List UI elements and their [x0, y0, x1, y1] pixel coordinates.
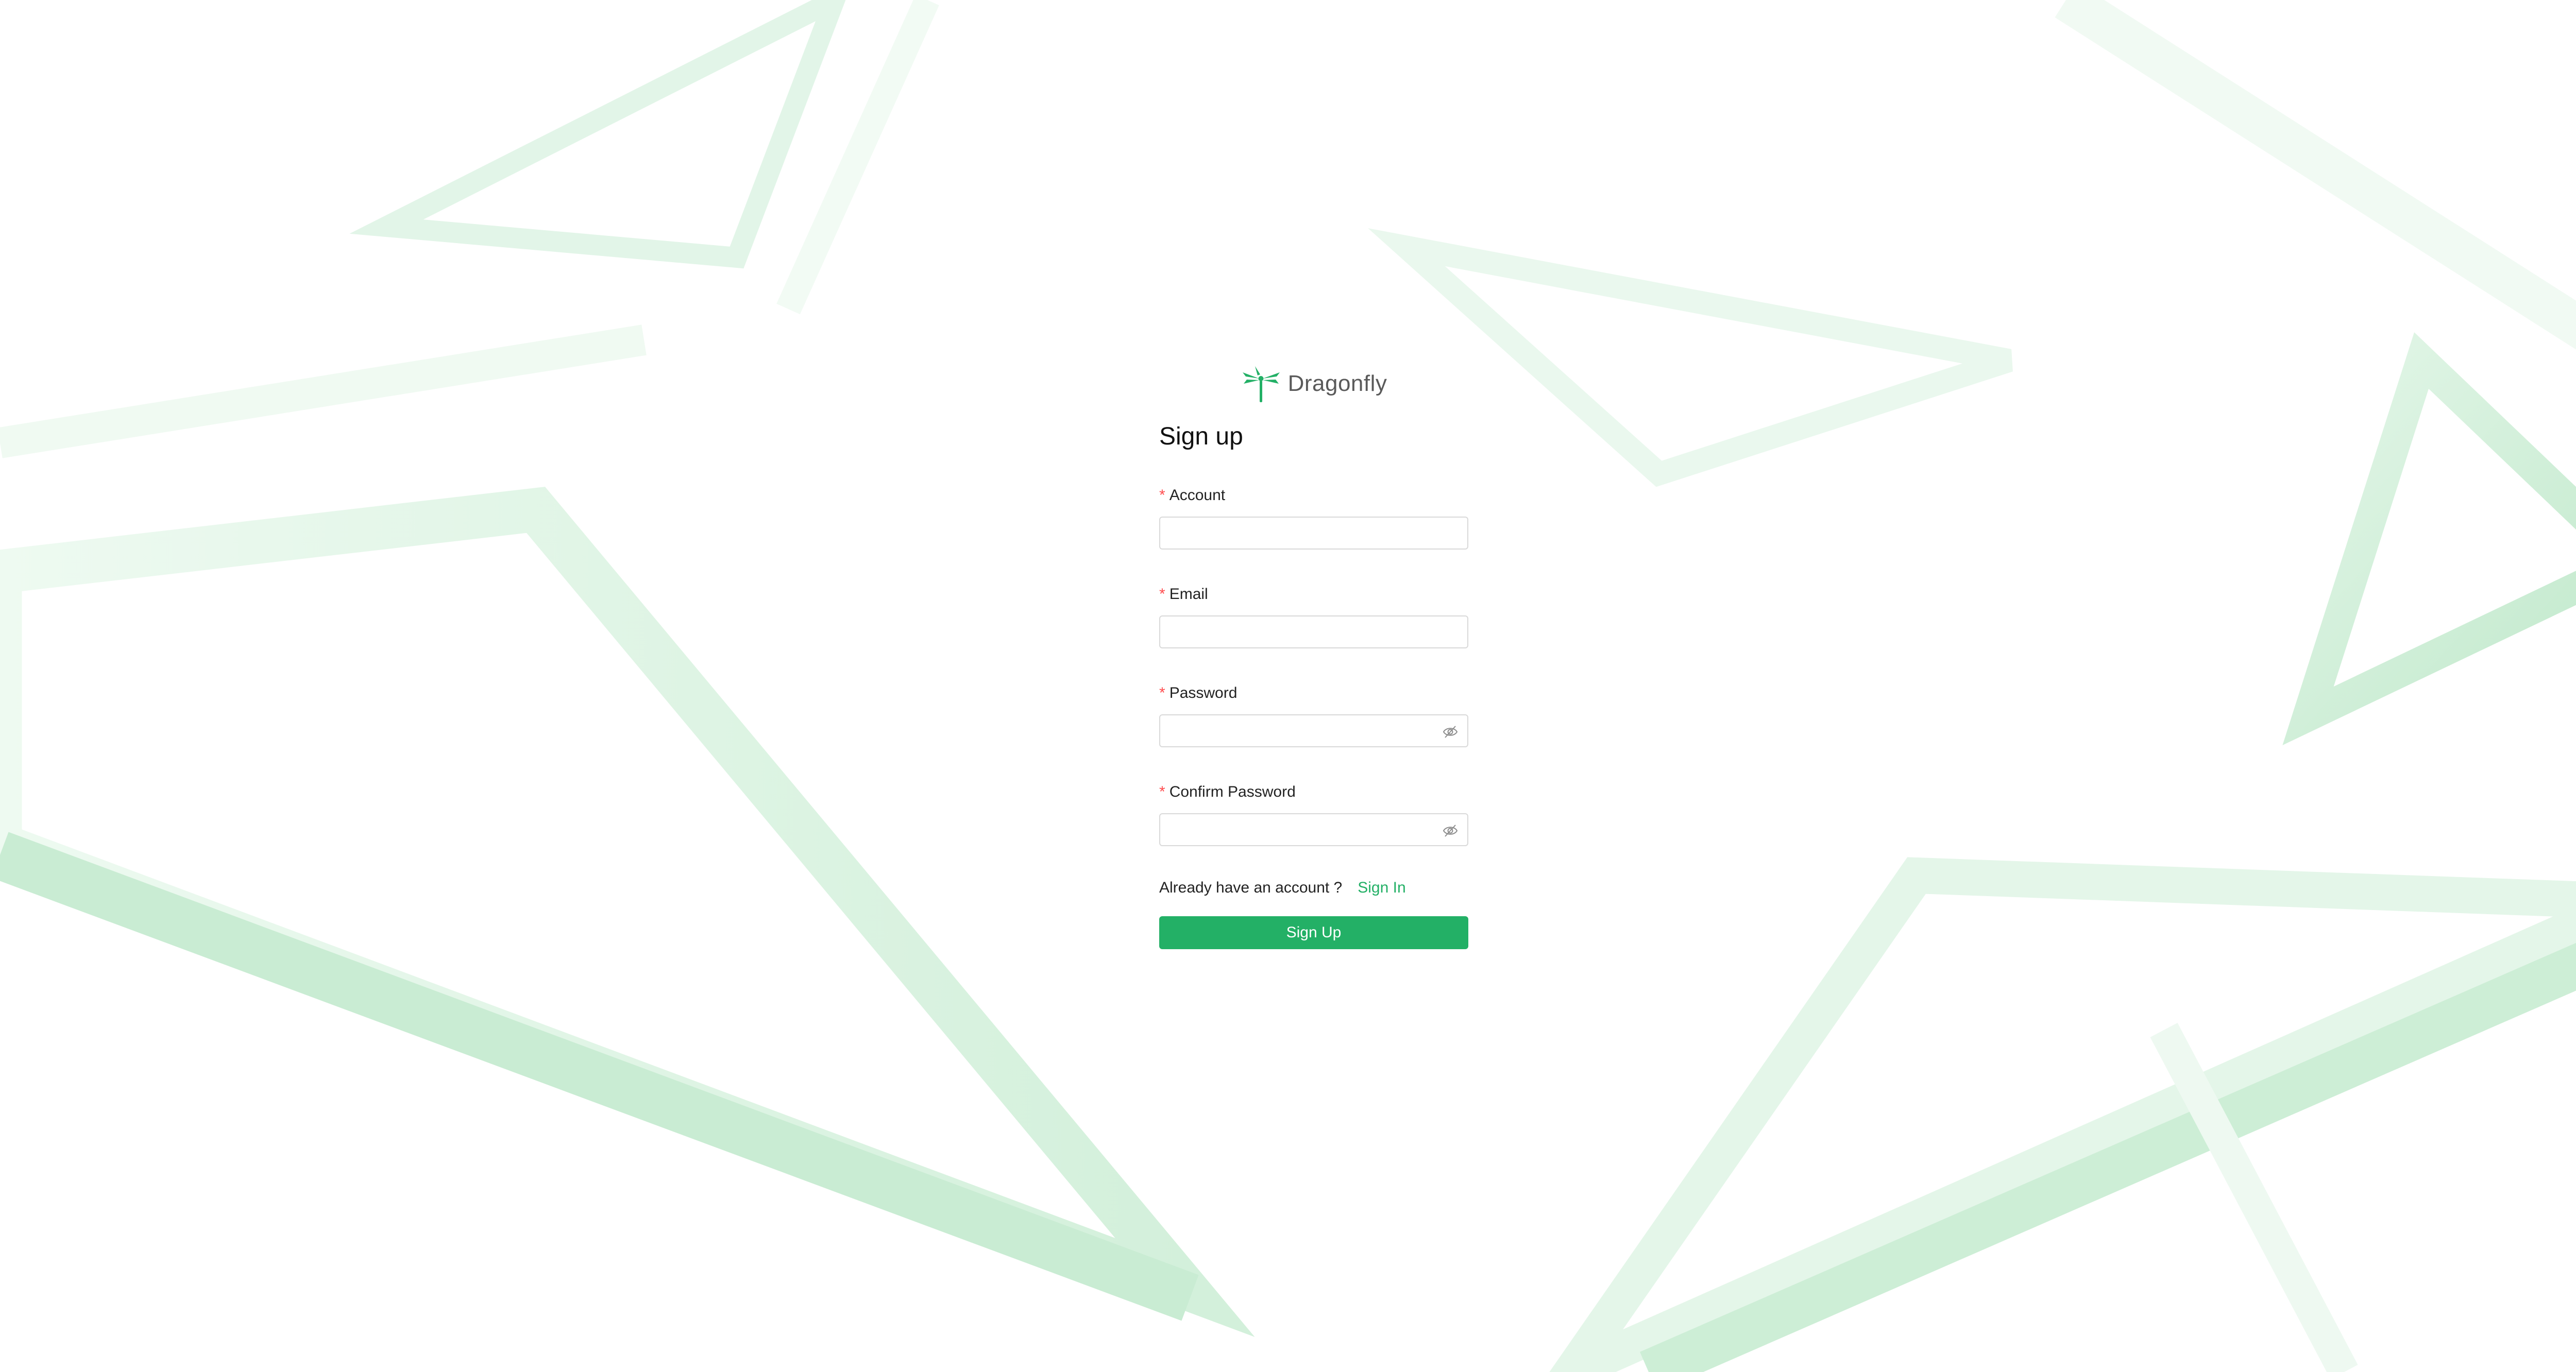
email-input[interactable]	[1160, 616, 1467, 647]
signup-panel: Dragonfly Sign up * Account * Email * Pa…	[1159, 361, 1468, 949]
dragonfly-icon	[1242, 366, 1280, 402]
page-title: Sign up	[1159, 423, 1243, 450]
triangle-bottom-right	[1549, 857, 2576, 1372]
password-field: * Password	[1159, 684, 1468, 747]
email-label-text: Email	[1169, 586, 1208, 603]
already-have-account-text: Already have an account ?	[1159, 879, 1343, 896]
password-label: * Password	[1159, 684, 1468, 702]
stripe-top-left	[0, 324, 647, 458]
eye-invisible-icon[interactable]	[1443, 823, 1458, 838]
email-field: * Email	[1159, 586, 1468, 648]
required-mark: *	[1159, 586, 1165, 603]
confirm-password-input-wrap	[1159, 813, 1468, 846]
app-name: Dragonfly	[1287, 371, 1387, 396]
band-bottom-right	[1639, 942, 2576, 1372]
account-input[interactable]	[1160, 518, 1467, 548]
triangle-right	[2282, 332, 2576, 745]
eye-invisible-icon[interactable]	[1443, 724, 1458, 740]
sign-up-button[interactable]: Sign Up	[1159, 916, 1468, 949]
account-label: * Account	[1159, 487, 1468, 504]
password-input[interactable]	[1160, 715, 1467, 746]
stripe-top-right	[2055, 0, 2576, 350]
required-mark: *	[1159, 487, 1165, 504]
signin-prompt: Already have an account ? Sign In	[1159, 879, 1468, 897]
confirm-password-label-text: Confirm Password	[1169, 783, 1296, 800]
triangle-top-center	[1368, 228, 2013, 487]
password-label-text: Password	[1169, 684, 1238, 701]
triangle-top-left	[349, 0, 846, 269]
account-input-wrap	[1159, 517, 1468, 550]
sign-in-link[interactable]: Sign In	[1358, 879, 1405, 897]
confirm-password-label: * Confirm Password	[1159, 783, 1468, 801]
account-field: * Account	[1159, 487, 1468, 550]
logo: Dragonfly	[1159, 361, 1468, 407]
confirm-password-input[interactable]	[1160, 814, 1467, 845]
required-mark: *	[1159, 783, 1165, 800]
account-label-text: Account	[1169, 487, 1226, 504]
confirm-password-field: * Confirm Password	[1159, 783, 1468, 846]
required-mark: *	[1159, 684, 1165, 701]
password-input-wrap	[1159, 714, 1468, 747]
email-label: * Email	[1159, 586, 1468, 603]
email-input-wrap	[1159, 615, 1468, 648]
